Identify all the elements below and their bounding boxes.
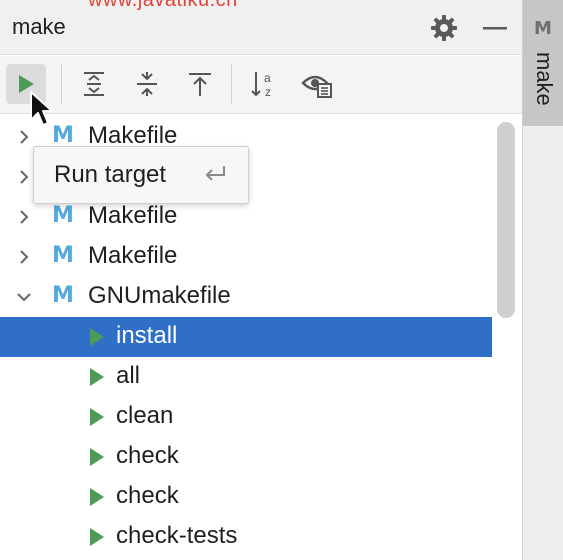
tree-node-target[interactable]: all: [0, 357, 492, 397]
collapse-all-button[interactable]: [127, 64, 167, 104]
toolbar: a z: [0, 56, 522, 114]
make-tool-window-tab[interactable]: M make: [523, 0, 563, 126]
toolbar-separator: [61, 64, 62, 104]
tree-node-makefile[interactable]: M Makefile: [0, 237, 492, 277]
tree-node-label: all: [116, 362, 141, 389]
run-target-icon: [90, 328, 104, 346]
tool-window-title: make: [12, 14, 66, 39]
tree-node-label: check-tests: [116, 522, 238, 549]
run-target-icon: [90, 368, 104, 386]
tree-node-label: check: [116, 442, 179, 469]
tooltip: Run target: [33, 146, 249, 204]
tree-node-target[interactable]: check: [0, 437, 492, 477]
tree-node-label: Makefile: [88, 202, 178, 229]
run-target-icon: [90, 528, 104, 546]
make-tab-label: make: [532, 52, 557, 106]
makefile-icon: M: [52, 283, 74, 308]
expand-all-button[interactable]: [74, 64, 114, 104]
makefile-icon: M: [534, 18, 552, 39]
tree-node-label: check: [116, 482, 179, 509]
makefile-icon: M: [52, 243, 74, 268]
tooltip-text: Run target: [54, 161, 167, 188]
tree-node-label: install: [116, 322, 178, 349]
tree-node-target[interactable]: install: [0, 317, 492, 357]
tool-window-header: make www.javatiku.cn: [0, 0, 522, 55]
tree-node-gnumakefile[interactable]: M GNUmakefile: [0, 277, 492, 317]
sort-button[interactable]: a z: [244, 64, 284, 104]
show-filter-icon: [301, 75, 332, 98]
minimize-icon[interactable]: [480, 14, 510, 42]
mouse-pointer-icon: [30, 91, 53, 126]
vertical-scrollbar[interactable]: [497, 122, 515, 318]
tree-node-label: clean: [116, 402, 174, 429]
tree-node-target[interactable]: check: [0, 477, 492, 517]
tree-node-target[interactable]: check-tests: [0, 517, 492, 557]
expand-all-icon: [84, 72, 104, 96]
makefile-icon: M: [52, 123, 74, 148]
toolbar-separator: [231, 64, 232, 104]
watermark-text: www.javatiku.cn: [88, 0, 238, 11]
makefile-icon: M: [52, 203, 74, 228]
run-target-icon: [90, 488, 104, 506]
tree-node-label: GNUmakefile: [88, 282, 231, 309]
filter-button[interactable]: [297, 64, 337, 104]
run-target-icon: [90, 448, 104, 466]
sort-alphabetically-icon: a z: [251, 71, 271, 99]
chevron-right-icon[interactable]: [14, 247, 34, 267]
locate-icon: [189, 73, 211, 96]
tree-node-target[interactable]: clean: [0, 397, 492, 437]
locate-button[interactable]: [180, 64, 220, 104]
chevron-right-icon[interactable]: [14, 127, 34, 147]
gear-icon[interactable]: [430, 14, 458, 42]
collapse-all-icon: [137, 72, 157, 96]
tree-node-label: Makefile: [88, 242, 178, 269]
svg-text:z: z: [265, 85, 271, 99]
enter-key-icon: [205, 166, 225, 181]
right-tool-stripe: M make: [522, 0, 563, 560]
chevron-right-icon[interactable]: [14, 167, 34, 187]
chevron-right-icon[interactable]: [14, 207, 34, 227]
run-target-icon: [90, 408, 104, 426]
chevron-down-icon[interactable]: [14, 287, 34, 307]
svg-text:a: a: [264, 71, 271, 85]
